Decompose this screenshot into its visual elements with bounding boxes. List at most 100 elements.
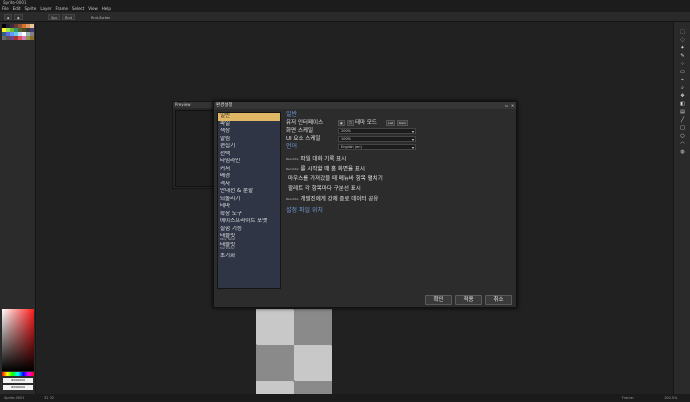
cancel-button[interactable]: 취소 xyxy=(485,295,512,305)
restore-icon[interactable]: ▫ xyxy=(504,103,509,108)
nav-item-aseprite-format[interactable]: 에이스프라이트 포맷 xyxy=(218,218,280,226)
language-row: 언어 English (en) xyxy=(286,143,514,151)
background-color-field[interactable]: #000000 xyxy=(3,385,33,390)
preview-title[interactable]: Preview xyxy=(173,102,215,108)
ui-label: 유저 인터페이스 xyxy=(286,120,324,126)
dialog-title[interactable]: 환경설정 xyxy=(214,102,516,109)
section-general-heading: 일반 xyxy=(286,111,298,118)
checkbox-label: 를 시작할 때 홈 화면을 표시 xyxy=(300,166,365,173)
section-language-heading: 언어 xyxy=(286,143,298,150)
nav-item-editor[interactable]: 편집기 xyxy=(218,143,280,151)
pencil-icon[interactable]: ✎ xyxy=(679,54,686,59)
gradient-icon[interactable]: ▤ xyxy=(679,110,686,115)
theme-light-button[interactable]: Lwt xyxy=(386,120,396,126)
rectangle-icon[interactable]: □ xyxy=(679,126,686,131)
monitor-icon[interactable]: ▣ xyxy=(338,120,345,126)
toolbar-spc-button[interactable]: Spc xyxy=(48,14,61,20)
palette-swatch[interactable] xyxy=(30,36,34,40)
screen-scale-label: 화면 스케일 xyxy=(286,128,314,134)
checkbox-label: 팔레트 각 항목마다 구분선 표시 xyxy=(288,186,361,192)
checkbox-row[interactable]: Rendrbx 파일 대화 기록 표시 xyxy=(286,154,514,164)
color-palette-panel xyxy=(0,22,36,307)
close-icon[interactable]: ✕ xyxy=(510,103,515,108)
wand-icon[interactable]: ✦ xyxy=(679,46,686,51)
move-icon[interactable]: ✥ xyxy=(679,94,686,99)
toolbar-rnd-button[interactable]: Rnd xyxy=(62,14,75,20)
lasso-icon[interactable]: ◌ xyxy=(679,38,686,43)
toolbar-label: Rnd-Xvrtec xyxy=(91,16,111,20)
nav-item-general[interactable]: 일반 xyxy=(218,113,280,121)
checkbox-row[interactable]: Rendrbx 를 시작할 때 홈 화면을 표시 xyxy=(286,164,514,174)
palette-swatches[interactable] xyxy=(2,24,34,40)
checkbox-label: 파일 대화 기록 표시 xyxy=(300,156,347,163)
foreground-color-field[interactable]: #000000 xyxy=(3,378,33,383)
nav-item-experimental[interactable]: 실험 기능 xyxy=(218,226,280,234)
eraser-icon[interactable]: ▭ xyxy=(679,70,686,75)
eyedropper-icon[interactable]: ⌁ xyxy=(679,78,686,83)
blur-icon[interactable]: ◍ xyxy=(679,150,686,155)
nav-item-tablet-pointer-sub: Fast Pointer xyxy=(220,247,235,250)
nav-item-alerts[interactable]: 알림 xyxy=(218,136,280,144)
nav-item-cursors[interactable]: 커서 xyxy=(218,166,280,174)
nav-item-tablet[interactable]: 태블릿 Bitsy, Tablet xyxy=(218,233,280,242)
checkbox-label: 개발진에게 강제 종료 데이터 공유 xyxy=(300,196,379,203)
checkbox-row[interactable]: 팔레트 각 항목마다 구분선 표시 xyxy=(286,184,514,194)
config-location-link[interactable]: 설정 파일 위치 xyxy=(286,207,514,215)
screen-scale-row: 화면 스케일 200% xyxy=(286,127,514,135)
tool-bar: ⬚ ◌ ✦ ✎ ⁘ ▭ ⌁ ⌕ ✥ ◧ ▤ ╱ □ ○ ◠ ◍ xyxy=(673,22,690,394)
ui-scale-dropdown[interactable]: 100% xyxy=(338,136,416,142)
nav-item-selection[interactable]: 선택 xyxy=(218,151,280,159)
zoom-icon[interactable]: ⌕ xyxy=(679,86,686,91)
checkbox-row[interactable]: 마우스를 가져갔을 때 메뉴바 항목 펼치기 xyxy=(286,174,514,184)
preview-window: Preview xyxy=(172,101,216,189)
checkbox-row[interactable]: Rendrbx 개발진에게 강제 종료 데이터 공유 xyxy=(286,194,514,204)
nav-item-undo[interactable]: 되돌리기 xyxy=(218,196,280,204)
checkbox-tag[interactable]: Rendrbx xyxy=(286,194,299,204)
toolbar-icon-button[interactable]: ◆ xyxy=(14,14,23,20)
color-picker-panel: #000000 #000000 xyxy=(0,307,36,394)
contour-icon[interactable]: ◠ xyxy=(679,142,686,147)
preferences-nav: 일반 파일 색상 알림 편집기 선택 타임라인 커서 배경 격자 안내선 & 분… xyxy=(217,112,281,289)
color-spectrum[interactable] xyxy=(2,309,34,371)
theme-dark-button[interactable]: Dark xyxy=(397,120,409,126)
line-icon[interactable]: ╱ xyxy=(679,118,686,123)
window-icon[interactable]: ❐ xyxy=(347,120,354,126)
nav-item-color[interactable]: 색상 xyxy=(218,128,280,136)
ellipse-icon[interactable]: ○ xyxy=(679,134,686,139)
apply-button[interactable]: 적용 xyxy=(455,295,482,305)
sprite-canvas[interactable] xyxy=(256,309,332,394)
checkbox-tag[interactable]: Rendrbx xyxy=(286,154,299,164)
checkbox-label: 마우스를 가져갔을 때 메뉴바 항목 펼치기 xyxy=(288,176,383,182)
status-coords: 32 32 xyxy=(44,396,55,400)
nav-item-tablet-pointer[interactable]: 태블릿 Fast Pointer xyxy=(218,242,280,251)
preview-viewport xyxy=(175,110,214,187)
language-dropdown[interactable]: English (en) xyxy=(338,144,416,150)
marquee-icon[interactable]: ⬚ xyxy=(679,30,686,35)
context-toolbar: ▪ ◆ Spc Rnd Rnd-Xvrtec xyxy=(0,12,690,22)
ui-scale-row: UI 요소 스케일 100% xyxy=(286,135,514,143)
preferences-content: 일반 유저 인터페이스 ▣ ❐ 테마 모드 Lwt Dark 화면 스케일 20… xyxy=(286,111,514,291)
hue-slider[interactable] xyxy=(2,372,34,376)
theme-mode-label: 테마 모드 xyxy=(355,120,377,126)
ui-row: 유저 인터페이스 ▣ ❐ 테마 모드 Lwt Dark xyxy=(286,119,514,127)
nav-item-files[interactable]: 파일 xyxy=(218,121,280,129)
nav-item-timeline[interactable]: 타임라인 xyxy=(218,158,280,166)
status-sprite-name: Sprite-0001 xyxy=(4,396,25,400)
spray-icon[interactable]: ⁘ xyxy=(679,62,686,67)
checkbox-tag[interactable]: Rendrbx xyxy=(286,164,299,174)
nav-item-grid[interactable]: 격자 xyxy=(218,181,280,189)
nav-item-extensions[interactable]: 확장 도구 xyxy=(218,211,280,219)
ok-button[interactable]: 확인 xyxy=(425,295,452,305)
status-zoom[interactable]: 100.0% xyxy=(664,394,677,402)
ui-scale-label: UI 요소 스케일 xyxy=(286,136,321,142)
preferences-dialog: 환경설정 ▫ ✕ 일반 파일 색상 알림 편집기 선택 타임라인 커서 배경 격… xyxy=(213,101,517,308)
bucket-icon[interactable]: ◧ xyxy=(679,102,686,107)
toolbar-icon-button[interactable]: ▪ xyxy=(4,14,13,20)
window-title: Sprite-0001 xyxy=(3,0,27,5)
nav-item-background[interactable]: 배경 xyxy=(218,173,280,181)
nav-item-theme[interactable]: 테마 xyxy=(218,203,280,211)
screen-scale-dropdown[interactable]: 200% xyxy=(338,128,416,134)
status-frame-label: Frame: xyxy=(622,396,635,400)
nav-item-guides[interactable]: 안내선 & 분할 xyxy=(218,188,280,196)
nav-item-reset[interactable]: 초기화 xyxy=(218,253,280,261)
